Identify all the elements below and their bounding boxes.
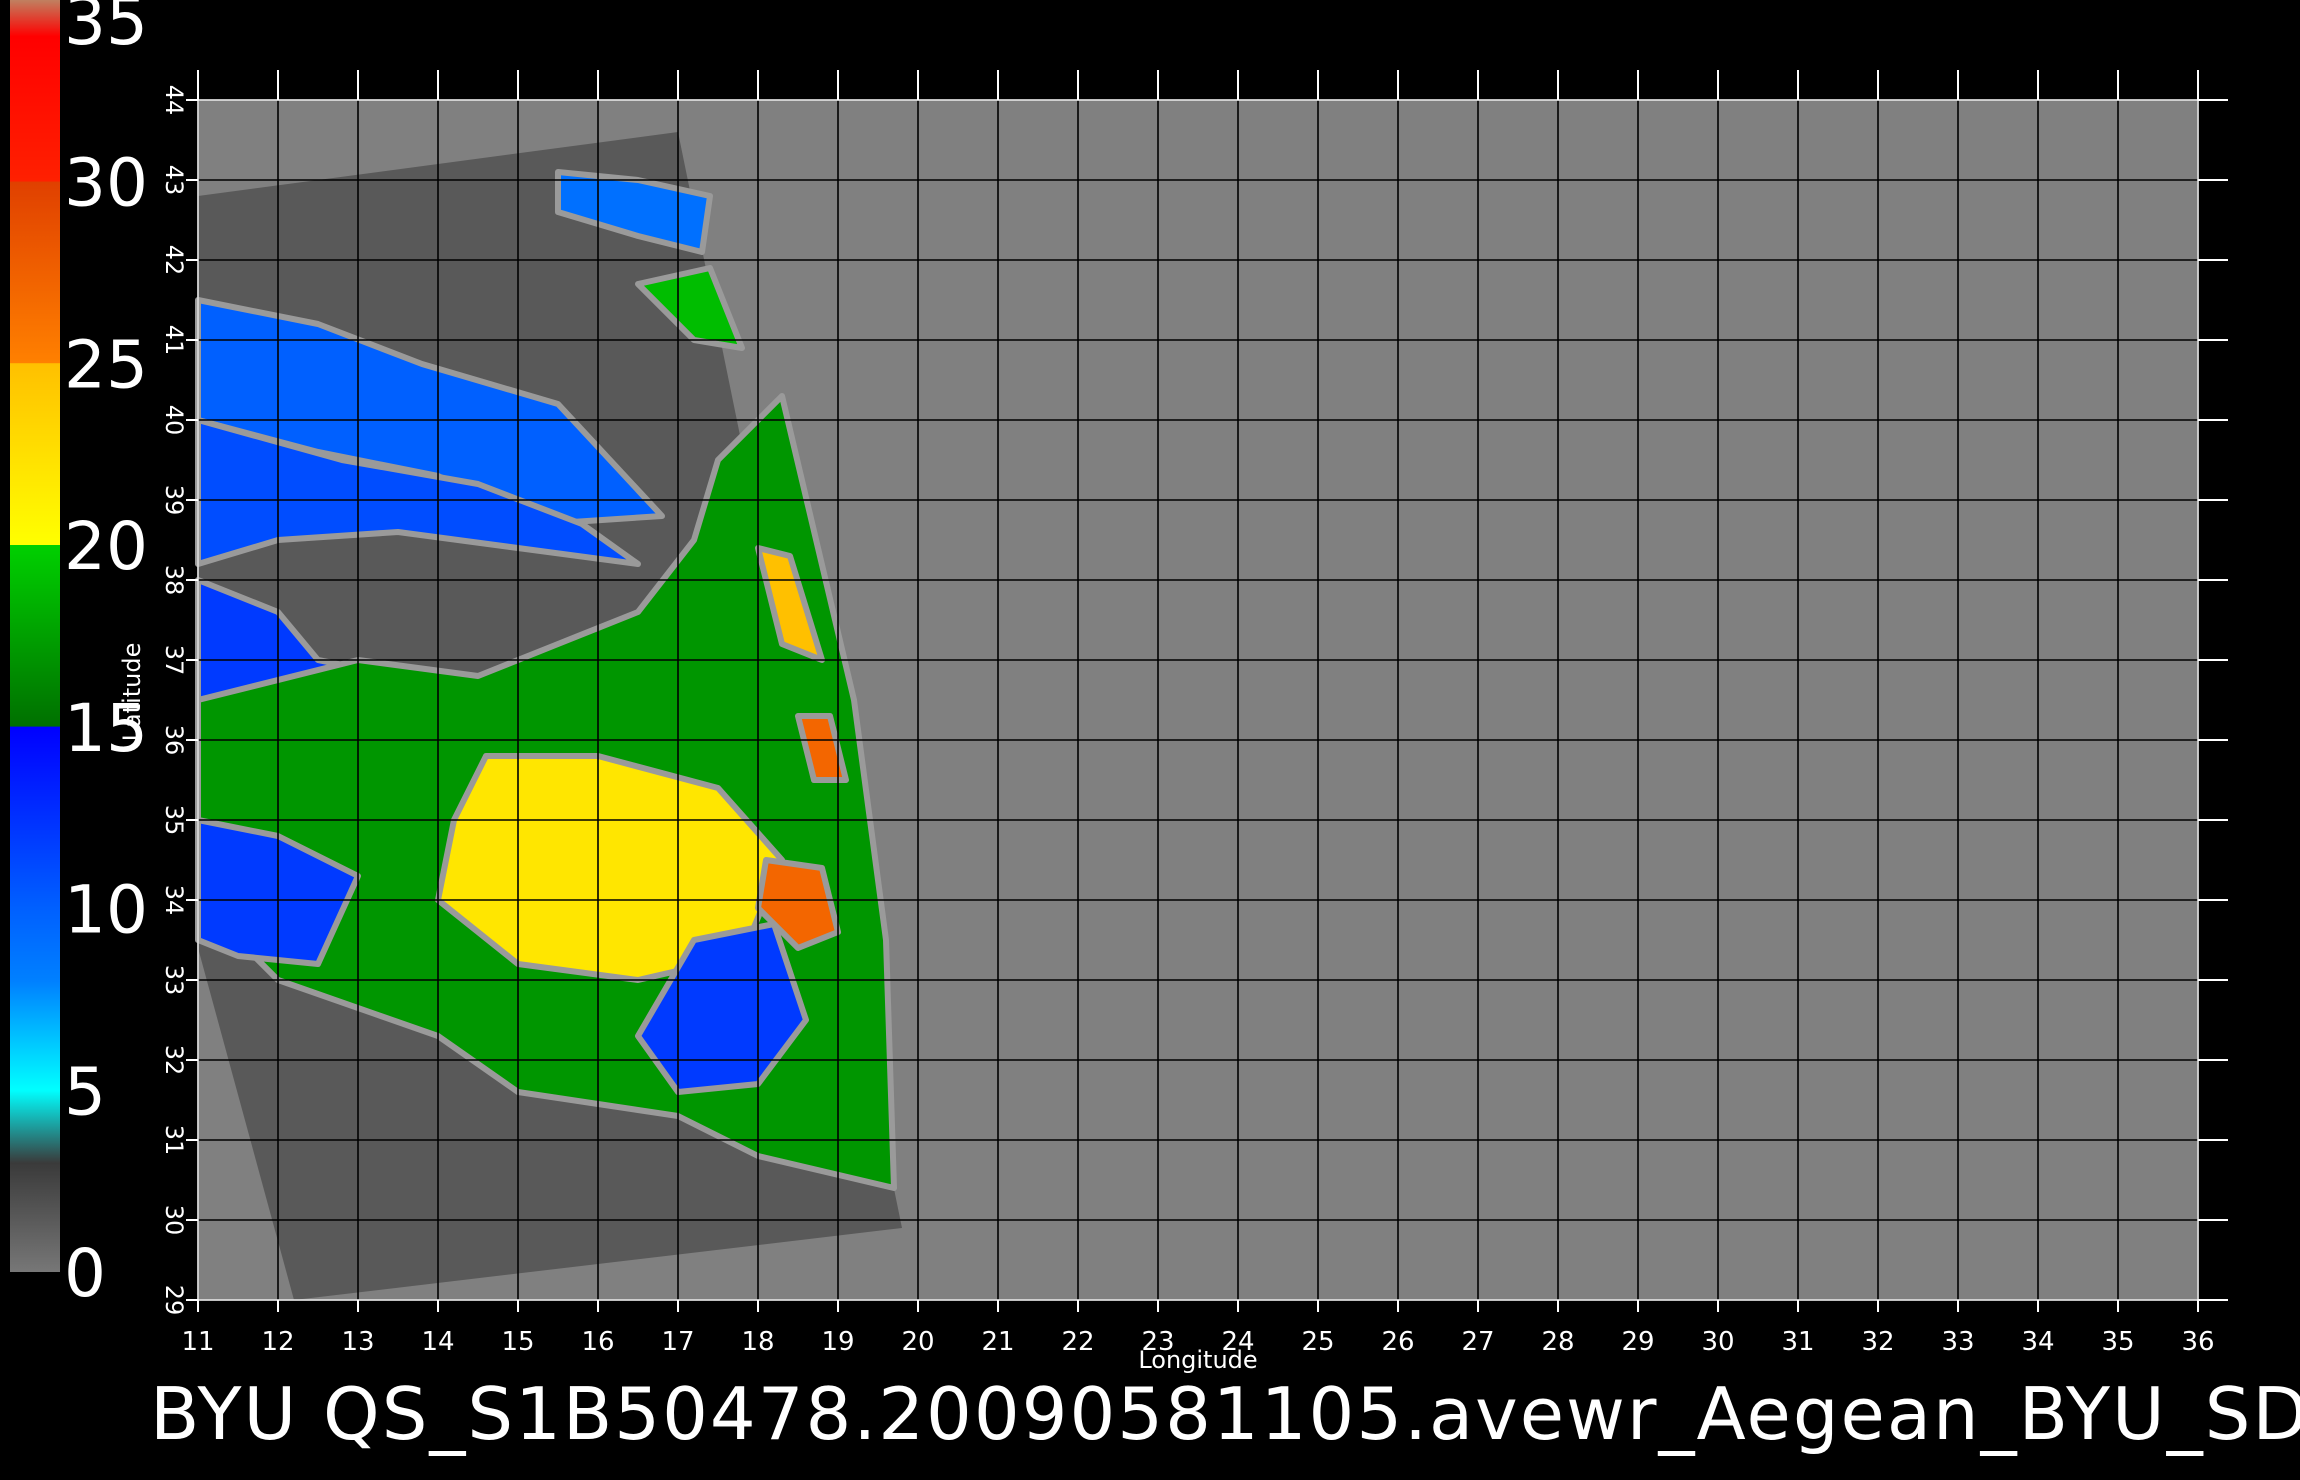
lon-tick-label: 31 [1781,1327,1814,1357]
lat-tick-label: 34 [160,885,188,916]
lon-tick-label: 34 [2021,1327,2054,1357]
lat-tick-label: 37 [160,645,188,676]
colorbar-label: 0 [64,1235,106,1312]
lon-tick-label: 30 [1701,1327,1734,1357]
lon-tick-label: 11 [181,1327,214,1357]
lon-tick-label: 36 [2181,1327,2214,1357]
lon-tick-label: 22 [1061,1327,1094,1357]
lon-tick-label: 26 [1381,1327,1414,1357]
lon-tick-label: 28 [1541,1327,1574,1357]
lat-tick-label: 30 [160,1205,188,1236]
lat-tick-label: 36 [160,725,188,756]
lon-tick-label: 18 [741,1327,774,1357]
lat-tick-label: 42 [160,245,188,276]
lat-tick-label: 43 [160,165,188,196]
lon-tick-label: 12 [261,1327,294,1357]
lon-tick-label: 15 [501,1327,534,1357]
lon-tick-label: 21 [981,1327,1014,1357]
lat-tick-label: 38 [160,565,188,596]
lon-tick-label: 19 [821,1327,854,1357]
lon-tick-label: 16 [581,1327,614,1357]
colorbar-label: 35 [64,0,148,60]
lon-tick-label: 35 [2101,1327,2134,1357]
wind-speed-map: 11 12 13 14 15 16 17 18 19 20 21 22 23 24 25 26 27 28 29 30… [10,0,2228,1374]
lat-tick-label: 31 [160,1125,188,1156]
plot-window: 11 12 13 14 15 16 17 18 19 20 21 22 23 24 25 26 27 28 29 30… [0,0,2300,1480]
lon-tick-label: 13 [341,1327,374,1357]
colorbar-label: 20 [64,508,148,585]
colorbar-label: 15 [64,690,148,767]
lat-tick-label: 29 [160,1285,188,1316]
colorbar [10,0,60,1272]
lat-tick-label: 33 [160,965,188,996]
lat-tick-label: 44 [160,85,188,116]
lon-tick-label: 17 [661,1327,694,1357]
colorbar-label: 30 [64,145,148,222]
lon-tick-label: 14 [421,1327,454,1357]
lat-tick-label: 41 [160,325,188,356]
colorbar-label: 25 [64,326,148,403]
colorbar-label: 10 [64,872,148,949]
lon-tick-label: 32 [1861,1327,1894,1357]
lon-tick-label: 33 [1941,1327,1974,1357]
lon-tick-label: 20 [901,1327,934,1357]
x-axis-label: Longitude [1138,1346,1257,1374]
lon-tick-label: 25 [1301,1327,1334,1357]
lat-tick-label: 35 [160,805,188,836]
lat-tick-label: 40 [160,405,188,436]
lon-tick-label: 29 [1621,1327,1654,1357]
file-caption: BYU QS_S1B50478.20090581105.avewr_Aegean… [150,1372,2300,1456]
lat-tick-label: 32 [160,1045,188,1076]
lat-tick-label: 39 [160,485,188,516]
colorbar-label: 5 [64,1053,106,1130]
lon-tick-label: 27 [1461,1327,1494,1357]
